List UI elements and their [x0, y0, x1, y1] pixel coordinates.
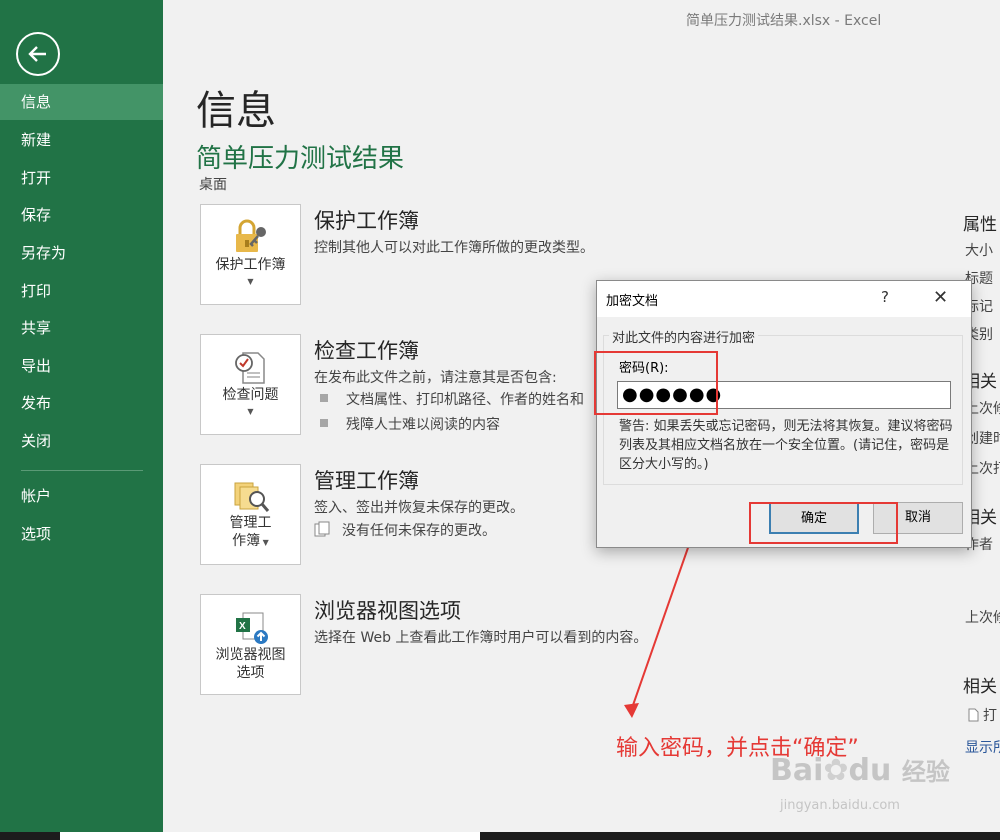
inspect-bullet: 文档属性、打印机路径、作者的姓名和	[320, 389, 584, 409]
inspect-workbook-desc: 在发布此文件之前，请注意其是否包含:	[314, 370, 557, 386]
sidebar-item-open[interactable]: 打开	[0, 160, 163, 196]
paw-icon: ✿	[823, 753, 849, 788]
watermark-suffix: 经验	[901, 758, 950, 786]
sidebar-item-new[interactable]: 新建	[0, 122, 163, 158]
window-title: 简单压力测试结果.xlsx - Excel	[686, 13, 882, 29]
watermark-brand: Bai	[770, 753, 824, 788]
document-icon	[968, 708, 979, 722]
bullet-text: 残障人士难以阅读的内容	[346, 417, 500, 433]
chevron-down-icon: ▼	[247, 277, 254, 286]
browser-view-desc: 选择在 Web 上查看此工作簿时用户可以看到的内容。	[314, 630, 648, 646]
sidebar-item-share[interactable]: 共享	[0, 310, 163, 346]
unsaved-changes-status: 没有任何未保存的更改。	[314, 520, 496, 540]
tile-label: 作簿 ▼	[201, 533, 300, 551]
open-file-location-link[interactable]: 打	[968, 705, 1000, 725]
protect-workbook-desc: 控制其他人可以对此工作簿所做的更改类型。	[314, 240, 594, 256]
tile-label-text: 作簿	[232, 533, 261, 549]
dialog-title: 加密文档	[606, 294, 659, 309]
bullet-icon	[320, 394, 328, 402]
sidebar-item-print[interactable]: 打印	[0, 273, 163, 309]
file-name: 简单压力测试结果	[196, 144, 405, 174]
show-all-properties-link[interactable]: 显示所	[965, 737, 1000, 757]
sidebar-item-account[interactable]: 帐户	[0, 478, 163, 514]
password-highlight-box	[594, 351, 718, 415]
lock-key-icon	[236, 219, 266, 252]
taskbar-highlight	[60, 832, 480, 840]
browser-view-options-button[interactable]: X 浏览器视图 选项	[200, 594, 301, 695]
sidebar-item-publish[interactable]: 发布	[0, 385, 163, 421]
manage-workbook-button[interactable]: 管理工 作簿 ▼	[200, 464, 301, 565]
manage-workbook-desc: 签入、签出并恢复未保存的更改。	[314, 500, 524, 516]
bullet-icon	[320, 419, 328, 427]
bullet-text: 文档属性、打印机路径、作者的姓名和	[346, 392, 584, 408]
tile-label: 管理工	[229, 515, 272, 531]
ok-highlight-box	[749, 502, 898, 544]
document-stack-icon	[314, 521, 330, 537]
properties-heading[interactable]: 属性	[963, 210, 1000, 235]
svg-text:X: X	[239, 621, 246, 632]
inspect-document-icon	[235, 352, 265, 384]
sidebar-item-save[interactable]: 保存	[0, 197, 163, 233]
sidebar-item-info[interactable]: 信息	[0, 84, 163, 120]
last-modified-by: 上次修	[965, 610, 1000, 626]
back-arrow-icon	[28, 46, 46, 62]
watermark-url: jingyan.baidu.com	[780, 798, 900, 813]
property-size: 大小	[965, 243, 993, 259]
unsaved-changes-text: 没有任何未保存的更改。	[342, 523, 496, 539]
inspect-workbook-title: 检查工作簿	[314, 339, 419, 363]
password-warning: 警告: 如果丢失或忘记密码，则无法将其恢复。建议将密码列表及其相应文档名放在一个…	[619, 419, 953, 472]
sidebar-item-save-as[interactable]: 另存为	[0, 235, 163, 271]
help-icon[interactable]: ?	[881, 288, 889, 306]
file-location: 桌面	[199, 177, 227, 193]
tile-label: 保护工作簿	[215, 257, 286, 273]
sidebar-item-export[interactable]: 导出	[0, 348, 163, 384]
close-icon[interactable]: ✕	[933, 287, 948, 308]
watermark-brand2: du	[848, 753, 892, 788]
manage-workbook-icon	[234, 482, 270, 512]
related-docs-heading: 相关	[963, 677, 997, 697]
tile-label: 选项	[236, 665, 265, 681]
browser-view-title: 浏览器视图选项	[314, 599, 461, 623]
sidebar-item-close[interactable]: 关闭	[0, 423, 163, 459]
encrypt-group-label: 对此文件的内容进行加密	[609, 327, 759, 346]
dialog-titlebar: 加密文档 ? ✕	[597, 281, 971, 317]
sidebar-divider	[21, 470, 143, 471]
inspect-bullet: 残障人士难以阅读的内容	[320, 414, 500, 434]
watermark-logo: Bai✿du 经验	[770, 752, 950, 788]
check-issues-button[interactable]: 检查问题 ▼	[200, 334, 301, 435]
protect-workbook-title: 保护工作簿	[314, 209, 419, 233]
open-file-text: 打	[983, 708, 997, 724]
browser-view-icon: X	[236, 612, 268, 644]
manage-workbook-title: 管理工作簿	[314, 469, 419, 493]
protect-workbook-button[interactable]: 保护工作簿 ▼	[200, 204, 301, 305]
annotation-arrow	[624, 541, 691, 718]
tile-label: 浏览器视图	[215, 647, 286, 663]
tile-label: 检查问题	[222, 387, 279, 403]
chevron-down-icon: ▼	[260, 538, 269, 547]
page-title: 信息	[196, 88, 276, 134]
chevron-down-icon: ▼	[247, 407, 254, 416]
sidebar-item-options[interactable]: 选项	[0, 516, 163, 552]
backstage-sidebar: 信息 新建 打开 保存 另存为 打印 共享 导出 发布 关闭 帐户 选项	[0, 0, 163, 840]
back-button[interactable]	[16, 32, 60, 76]
